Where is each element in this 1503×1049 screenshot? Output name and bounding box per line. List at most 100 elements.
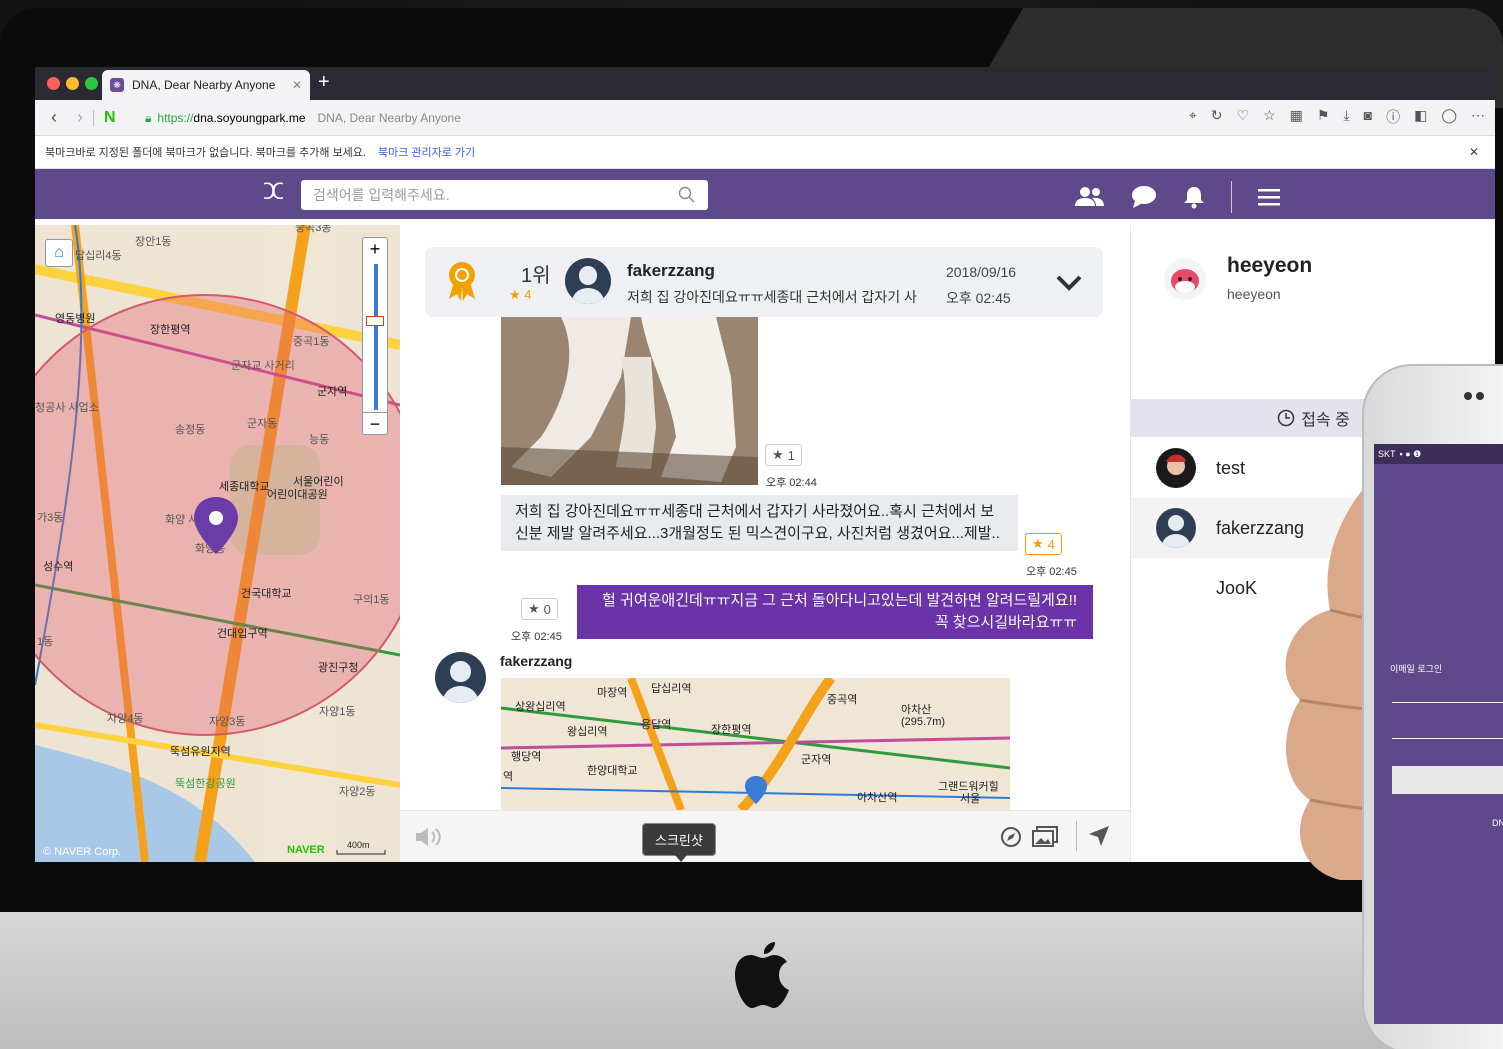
bookmark-star-icon[interactable]: ☆ xyxy=(1263,107,1276,127)
phone-status-icons: ▪ ● ❶ xyxy=(1399,448,1422,459)
bookmark-manager-link[interactable]: 북마크 관리자로 가기 xyxy=(378,144,475,160)
avatar xyxy=(1156,448,1196,488)
message-star-badge[interactable]: ★ 4 xyxy=(1025,533,1062,555)
naver-map-logo: NAVER xyxy=(287,844,325,856)
info-icon[interactable]: ⓘ xyxy=(1386,107,1400,127)
map-label-9: 능동 xyxy=(309,433,329,446)
phone-status-bar: SKT ▪ ● ❶ xyxy=(1374,444,1503,464)
photo-star-badge[interactable]: ★ 1 xyxy=(765,444,802,466)
phone-login-button[interactable] xyxy=(1392,766,1503,794)
sidebar-icon[interactable]: ◧ xyxy=(1414,107,1427,127)
minimize-window-button[interactable] xyxy=(66,77,79,90)
phone-screen: SKT ▪ ● ❶ 이메일 로그인 DN xyxy=(1374,444,1503,1024)
map-label-18: 건국대학교 xyxy=(241,587,292,600)
screenshot-tooltip: 스크린샷 xyxy=(642,823,716,862)
browser-tab[interactable]: ❋ DNA, Dear Nearby Anyone ✕ xyxy=(102,70,310,100)
friends-icon[interactable] xyxy=(1075,186,1105,208)
zoom-slider-thumb[interactable] xyxy=(366,316,384,326)
phone-footer-text: DN xyxy=(1492,818,1503,828)
message-time: 오후 02:45 xyxy=(1026,566,1077,578)
back-icon[interactable]: ‹ xyxy=(41,107,67,128)
search-input[interactable]: 검색어를 입력해주세요. xyxy=(301,180,708,210)
map-panel[interactable]: 장안1동 답십리4동 중곡3동 영동병원 장한평역 중곡1동 군자교 사거리 군… xyxy=(35,225,400,862)
header-divider xyxy=(1231,181,1232,213)
close-tab-icon[interactable]: ✕ xyxy=(292,78,302,92)
profile-avatar-icon[interactable] xyxy=(1163,257,1207,301)
map-label-8: 군자역 xyxy=(317,385,347,398)
zoom-out-button[interactable]: − xyxy=(363,412,387,434)
reload-icon[interactable]: ↻ xyxy=(1211,107,1223,127)
online-user-name: JooK xyxy=(1216,577,1258,598)
avatar[interactable] xyxy=(565,258,611,304)
chat-icon[interactable] xyxy=(1131,185,1157,209)
phone-sensor xyxy=(1476,392,1484,400)
imac-chin xyxy=(0,912,1503,1049)
account-icon[interactable]: ◯ xyxy=(1441,107,1457,127)
top-ranked-post-card[interactable]: 1위 ★ 4 fakerzzang 저희 집 강아진데요ㅠㅠ세종대 근처에서 갑… xyxy=(425,247,1103,317)
screenshot-icon[interactable]: ◙ xyxy=(1364,107,1372,127)
bell-icon[interactable] xyxy=(1183,185,1205,209)
close-bookmark-bar-icon[interactable]: ✕ xyxy=(1469,145,1479,159)
bookmark-notice: 북마크바로 지정된 폴더에 북마크가 없습니다. 북마크를 추가해 보세요. xyxy=(45,147,366,159)
phone-login-label: 이메일 로그인 xyxy=(1390,664,1443,674)
language-flag-icon[interactable]: ⚑ xyxy=(1317,107,1330,127)
download-icon[interactable]: ⤓ xyxy=(1343,107,1349,127)
reader-icon[interactable]: ▦ xyxy=(1290,107,1303,127)
post-username[interactable]: fakerzzang xyxy=(627,261,715,281)
svg-text:(295.7m): (295.7m) xyxy=(901,716,945,728)
image-upload-icon[interactable] xyxy=(1032,826,1058,848)
compose-divider xyxy=(1076,821,1077,851)
map-label-1: 장안1동 xyxy=(135,235,171,248)
showcase-stage: ❋ DNA, Dear Nearby Anyone ✕ + ‹ › N 🔒︎ h… xyxy=(0,0,1503,1049)
profile-id: heeyeon xyxy=(1227,286,1281,302)
post-date: 2018/09/16 xyxy=(946,264,1017,280)
svg-text:답십리역: 답십리역 xyxy=(651,682,691,695)
map-label-19: 구의1동 xyxy=(353,593,389,606)
svg-text:그랜드워커힐: 그랜드워커힐 xyxy=(938,780,999,793)
map-label-3: 중곡3동 xyxy=(295,225,331,234)
compass-icon[interactable] xyxy=(1000,826,1022,848)
zoom-window-button[interactable] xyxy=(85,77,98,90)
map-label-28: 가3동 xyxy=(37,511,63,524)
search-icon[interactable] xyxy=(678,186,696,204)
location-icon[interactable]: ⌖ xyxy=(1189,107,1197,127)
zoom-control[interactable]: + − xyxy=(362,237,388,435)
address-bar[interactable]: 🔒︎ https://dna.soyoungpark.me DNA, Dear … xyxy=(145,106,1225,130)
online-label: 접속 중 xyxy=(1301,412,1350,429)
pocket-icon[interactable]: ♡ xyxy=(1237,107,1250,127)
avatar[interactable] xyxy=(435,652,486,703)
forward-icon[interactable]: › xyxy=(67,107,93,128)
new-tab-button[interactable]: + xyxy=(318,71,330,94)
zoom-slider[interactable] xyxy=(374,264,378,410)
naver-icon[interactable]: N xyxy=(104,109,116,127)
phone-password-field[interactable] xyxy=(1392,738,1503,739)
phone-email-field[interactable] xyxy=(1392,702,1503,703)
map-message-username[interactable]: fakerzzang xyxy=(500,653,572,669)
online-user-name: test xyxy=(1216,457,1246,478)
chevron-down-icon[interactable] xyxy=(1056,274,1082,292)
map-label-13: 서울어린이 xyxy=(293,475,344,488)
zoom-in-button[interactable]: + xyxy=(363,238,387,260)
avatar xyxy=(1156,508,1196,548)
map-label-12: 세종대학교 xyxy=(219,480,270,493)
svg-text:장한평역: 장한평역 xyxy=(711,723,751,736)
site-header: ⵋ 검색어를 입력해주세요. xyxy=(35,169,1495,219)
dna-logo-icon[interactable]: ⵋ xyxy=(263,179,285,209)
smartphone: SKT ▪ ● ❶ 이메일 로그인 DN xyxy=(1362,364,1503,1049)
more-menu-icon[interactable]: ⋯ xyxy=(1471,107,1485,127)
reply-star-count: 0 xyxy=(543,601,551,617)
shared-map-image[interactable]: 마장역 답십리역 중곡역 상왕십리역 왕십리역 용답역 장한평역 아차산 (29… xyxy=(501,678,1010,810)
speaker-icon[interactable] xyxy=(414,826,444,848)
svg-text:군자역: 군자역 xyxy=(801,753,831,766)
map-canvas[interactable]: 장안1동 답십리4동 중곡3동 영동병원 장한평역 중곡1동 군자교 사거리 군… xyxy=(35,225,400,862)
reply-star-badge[interactable]: ★ 0 xyxy=(521,598,558,620)
send-icon[interactable] xyxy=(1087,824,1111,848)
dog-photo[interactable] xyxy=(501,317,758,485)
home-button[interactable]: ⌂ xyxy=(45,239,73,267)
menu-icon[interactable] xyxy=(1258,187,1280,207)
close-window-button[interactable] xyxy=(47,77,60,90)
map-copyright: © NAVER Corp. xyxy=(43,846,121,858)
map-label-7: 군자교 사거리 xyxy=(231,359,295,372)
bookmark-bar: 북마크바로 지정된 폴더에 북마크가 없습니다. 북마크를 추가해 보세요. 북… xyxy=(35,136,1495,169)
map-label-30: 청공사 사업소 xyxy=(35,401,99,414)
